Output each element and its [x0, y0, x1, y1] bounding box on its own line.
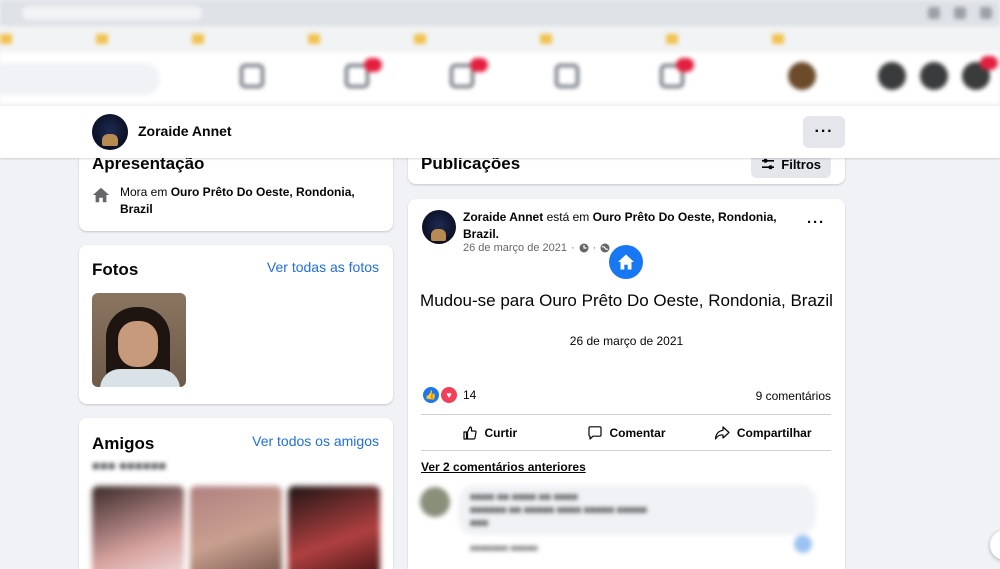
- comment-label: Comentar: [609, 425, 666, 440]
- see-all-photos-link[interactable]: Ver todas as fotos: [267, 259, 379, 275]
- profile-more-button[interactable]: ···: [803, 116, 845, 148]
- bookmark-item[interactable]: [540, 34, 552, 44]
- comment-icon: [587, 425, 602, 440]
- sliders-icon: [762, 158, 775, 170]
- bookmark-item[interactable]: [0, 34, 12, 44]
- notification-badge: [980, 56, 998, 70]
- profile-sticky-header: Zoraide Annet ···: [0, 106, 1000, 158]
- browser-control-icon[interactable]: [954, 7, 966, 19]
- notification-badge: [364, 58, 382, 72]
- filters-label: Filtros: [781, 156, 821, 172]
- browser-control-icon[interactable]: [980, 7, 992, 19]
- like-button[interactable]: Curtir: [421, 415, 558, 450]
- bookmark-item[interactable]: [308, 34, 320, 44]
- bookmark-item[interactable]: [192, 34, 204, 44]
- post-meta: 26 de março de 2021 · ·: [463, 242, 610, 254]
- facebook-top-nav: [0, 52, 1000, 106]
- view-previous-comments-link[interactable]: Ver 2 comentários anteriores: [421, 460, 586, 474]
- friends-count-blurred: ■■■ ■■■■■■: [92, 458, 167, 473]
- globe-icon: [600, 243, 610, 253]
- bookmark-item[interactable]: [96, 34, 108, 44]
- friend-thumbnail[interactable]: [288, 486, 380, 569]
- post-options-button[interactable]: ···: [807, 214, 825, 231]
- new-message-button[interactable]: [990, 530, 1000, 560]
- browser-chrome-blurred: [0, 0, 1000, 106]
- friend-thumbnail[interactable]: [92, 486, 184, 569]
- post-headline: Zoraide Annet está em Ouro Prêto Do Oest…: [463, 209, 793, 243]
- lives-in-prefix: Mora em: [120, 185, 171, 199]
- meta-separator: ·: [570, 242, 575, 254]
- address-field[interactable]: [22, 6, 202, 20]
- post-author-name[interactable]: Zoraide Annet: [463, 210, 543, 224]
- photo-thumbnail[interactable]: [92, 293, 186, 387]
- reaction-count: 14: [463, 388, 477, 402]
- like-reaction-icon: 👍: [423, 387, 439, 403]
- post-verb: está em: [543, 210, 593, 224]
- photos-card: Fotos Ver todas as fotos: [79, 245, 393, 404]
- see-all-friends-link[interactable]: Ver todos os amigos: [252, 433, 379, 449]
- bookmark-item[interactable]: [772, 34, 784, 44]
- nav-gaming-icon[interactable]: [555, 64, 579, 88]
- like-label: Curtir: [484, 425, 518, 440]
- life-event-date: 26 de março de 2021: [569, 334, 684, 348]
- bookmark-item[interactable]: [414, 34, 426, 44]
- share-label: Compartilhar: [736, 425, 812, 440]
- bookmark-item[interactable]: [666, 34, 678, 44]
- meta-separator: ·: [592, 242, 597, 254]
- nav-home-icon[interactable]: [240, 64, 264, 88]
- reactions-summary[interactable]: 👍 ♥ 14: [423, 387, 476, 403]
- post-card: Zoraide Annet está em Ouro Prêto Do Oest…: [408, 199, 845, 569]
- comment-actions-blurred[interactable]: ■■■■■■■ ■■■■■: [470, 543, 538, 553]
- home-icon: [92, 187, 110, 203]
- menu-icon[interactable]: [878, 62, 906, 90]
- post-date[interactable]: 26 de março de 2021: [463, 242, 567, 254]
- comment-blurred: ■■■■ ■■ ■■■■ ■■ ■■■■ ■■■■■■ ■■ ■■■■■ ■■■■…: [418, 485, 838, 565]
- friends-card: Amigos Ver todos os amigos ■■■ ■■■■■■: [79, 418, 393, 569]
- bookmarks-bar: [0, 26, 1000, 52]
- photos-title[interactable]: Fotos: [92, 260, 138, 280]
- post-author-avatar[interactable]: [422, 210, 456, 244]
- comments-count[interactable]: 9 comentários: [756, 389, 831, 403]
- lives-in-text: Mora em Ouro Prêto Do Oeste, Rondonia, B…: [120, 184, 372, 218]
- comment-reaction-icon: [794, 535, 812, 553]
- commenter-avatar[interactable]: [420, 487, 450, 517]
- post-action-row: Curtir Comentar Compartilhar: [421, 414, 831, 451]
- friend-thumbnail[interactable]: [190, 486, 282, 569]
- comment-bubble: ■■■■ ■■ ■■■■ ■■ ■■■■ ■■■■■■ ■■ ■■■■■ ■■■■…: [458, 485, 816, 535]
- notification-badge: [676, 58, 694, 72]
- facebook-search-input[interactable]: [0, 62, 160, 95]
- life-event-text: Mudou-se para Ouro Prêto Do Oeste, Rondo…: [420, 291, 833, 310]
- share-button[interactable]: Compartilhar: [694, 415, 831, 450]
- lives-in-row: Mora em Ouro Prêto Do Oeste, Rondonia, B…: [92, 184, 372, 218]
- comment-button[interactable]: Comentar: [558, 415, 695, 450]
- life-event-home-icon: [609, 245, 643, 279]
- profile-name[interactable]: Zoraide Annet: [138, 123, 232, 139]
- browser-address-bar[interactable]: [0, 0, 1000, 26]
- profile-avatar[interactable]: [92, 114, 128, 150]
- share-icon: [714, 425, 730, 440]
- messenger-icon[interactable]: [920, 62, 948, 90]
- account-avatar[interactable]: [788, 62, 816, 90]
- friends-title[interactable]: Amigos: [92, 434, 154, 454]
- thumbs-up-icon: [462, 425, 477, 440]
- clock-icon: [579, 243, 589, 253]
- love-reaction-icon: ♥: [441, 387, 457, 403]
- notification-badge: [470, 58, 488, 72]
- browser-control-icon[interactable]: [928, 7, 940, 19]
